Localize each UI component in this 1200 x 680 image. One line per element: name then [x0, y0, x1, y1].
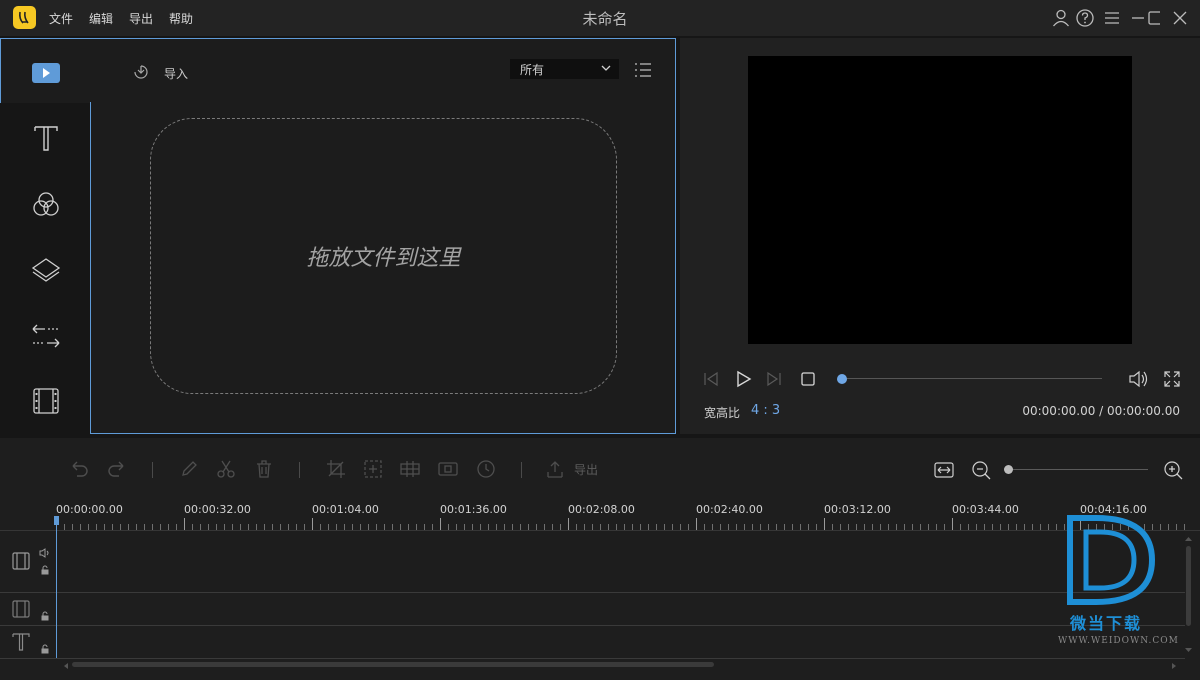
video-track-lane[interactable] [57, 531, 1185, 592]
edit-icon[interactable] [178, 458, 200, 480]
menu-help[interactable]: 帮助 [169, 10, 193, 27]
zoom-out-icon[interactable] [970, 459, 992, 481]
toolbar-separator [521, 462, 522, 478]
track-divider [0, 592, 1185, 593]
track-divider [0, 658, 1185, 659]
redo-icon[interactable] [106, 458, 128, 480]
delete-icon[interactable] [253, 458, 275, 480]
timeline-export-button[interactable]: 导出 [574, 461, 598, 478]
chevron-down-icon [601, 65, 611, 71]
text-icon[interactable] [30, 122, 62, 154]
track-lock-icon[interactable] [40, 565, 50, 575]
scroll-up-icon[interactable] [1184, 535, 1193, 543]
duration-icon[interactable] [475, 458, 497, 480]
preview-screen [748, 56, 1132, 344]
seek-handle[interactable] [837, 374, 847, 384]
text-track-icon [12, 633, 30, 651]
track-volume-icon[interactable] [39, 548, 51, 558]
zoom-crop-icon[interactable] [362, 458, 384, 480]
time-display: 00:00:00.00 / 00:00:00.00 [1022, 404, 1180, 418]
playhead[interactable] [56, 516, 57, 658]
watermark-url: WWW.WEIDOWN.COM [1058, 636, 1179, 646]
ruler-tick-label: 00:03:12.00 [824, 503, 891, 516]
watermark-text: 微当下载 [1070, 614, 1143, 633]
ruler-tick-label: 00:00:00.00 [56, 503, 123, 516]
overlay-track-icon [12, 600, 30, 618]
zoom-slider[interactable] [1012, 469, 1148, 470]
zoom-slider-handle[interactable] [1004, 465, 1013, 474]
ruler-tick-label: 00:00:32.00 [184, 503, 251, 516]
scroll-down-icon[interactable] [1184, 646, 1193, 654]
menu-icon[interactable] [1102, 8, 1122, 28]
scroll-right-icon[interactable] [1170, 662, 1178, 670]
media-filter-value: 所有 [520, 63, 545, 77]
export-icon[interactable] [544, 458, 566, 480]
horizontal-scrollbar[interactable] [72, 662, 714, 667]
volume-icon[interactable] [1127, 369, 1149, 389]
fullscreen-icon[interactable] [1162, 369, 1182, 389]
undo-icon[interactable] [68, 458, 90, 480]
scissors-icon[interactable] [215, 458, 237, 480]
track-lock-icon[interactable] [40, 644, 50, 654]
seek-bar[interactable] [842, 378, 1102, 379]
window-title: 未命名 [582, 10, 628, 28]
film-icon[interactable] [30, 385, 62, 417]
maximize-icon[interactable] [1140, 8, 1160, 28]
media-filter-select[interactable]: 所有 [510, 59, 619, 79]
ruler-tick-label: 00:01:04.00 [312, 503, 379, 516]
mosaic-icon[interactable] [399, 458, 421, 480]
playhead-handle[interactable] [54, 516, 59, 525]
aspect-ratio-value[interactable]: 4 : 3 [751, 403, 780, 418]
play-icon[interactable] [733, 369, 753, 389]
ruler-tick-label: 00:02:40.00 [696, 503, 763, 516]
user-icon[interactable] [1051, 8, 1071, 28]
watermark-logo [1067, 515, 1156, 605]
track-divider [0, 625, 1185, 626]
video-track-icon [12, 552, 30, 570]
transition-icon[interactable] [30, 320, 62, 352]
time-ruler[interactable] [56, 518, 1186, 530]
scroll-left-icon[interactable] [62, 662, 70, 670]
fit-timeline-icon[interactable] [933, 460, 955, 480]
app-logo [13, 6, 36, 29]
import-icon[interactable] [132, 63, 150, 81]
ruler-tick-label: 00:02:08.00 [568, 503, 635, 516]
media-panel-border-left [90, 102, 91, 434]
ruler-tick-label: 00:03:44.00 [952, 503, 1019, 516]
freeze-frame-icon[interactable] [437, 458, 459, 480]
menu-edit[interactable]: 编辑 [89, 10, 113, 27]
menu-file[interactable]: 文件 [49, 10, 73, 27]
vertical-scrollbar[interactable] [1186, 546, 1191, 626]
drop-zone-text: 拖放文件到这里 [306, 246, 461, 271]
toolbar-separator [299, 462, 300, 478]
crop-icon[interactable] [325, 458, 347, 480]
track-lock-icon[interactable] [40, 611, 50, 621]
menu-export[interactable]: 导出 [129, 10, 153, 27]
close-icon[interactable] [1170, 8, 1190, 28]
import-button[interactable]: 导入 [164, 65, 188, 82]
stop-icon[interactable] [800, 371, 816, 387]
list-view-icon[interactable] [634, 62, 652, 78]
media-icon[interactable] [30, 57, 62, 89]
aspect-ratio-label: 宽高比 [704, 406, 741, 420]
prev-frame-icon[interactable] [702, 370, 720, 388]
help-icon[interactable] [1075, 8, 1095, 28]
filter-icon[interactable] [30, 189, 62, 221]
ruler-tick-label: 00:01:36.00 [440, 503, 507, 516]
zoom-in-icon[interactable] [1162, 459, 1184, 481]
next-frame-icon[interactable] [765, 370, 783, 388]
overlay-icon[interactable] [30, 254, 62, 286]
toolbar-separator [152, 462, 153, 478]
